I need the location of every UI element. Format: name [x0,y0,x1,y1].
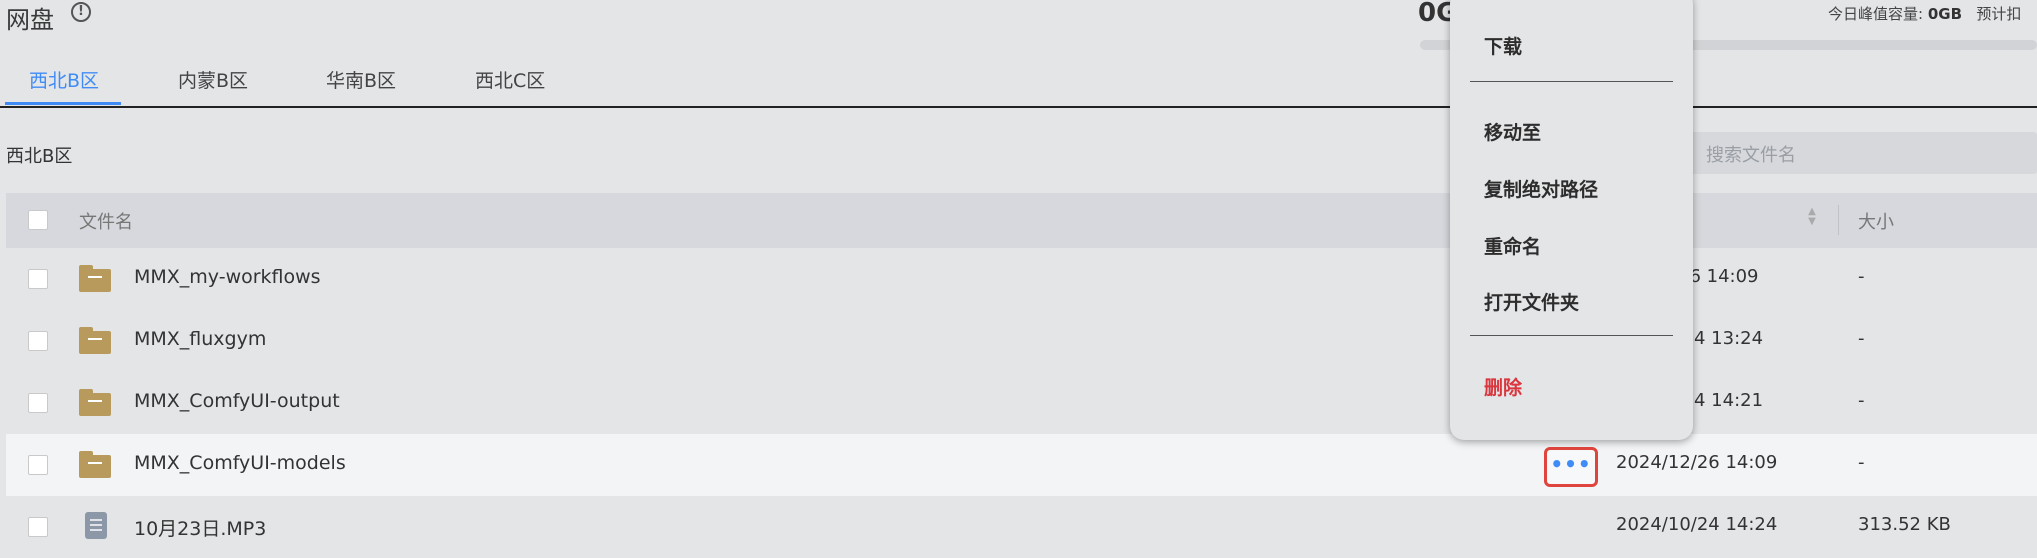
table-row[interactable]: MMX_ComfyUI-output 4 14:21 - [6,372,2037,434]
table-row[interactable]: MMX_ComfyUI-models 2024/12/26 14:09 - [6,434,2037,496]
file-size: - [1858,328,1865,349]
file-name[interactable]: MMX_my-workflows [134,266,321,288]
more-actions-button[interactable]: ••• [1544,447,1598,487]
peak-capacity: 今日峰值容量: 0GB 预计扣 [1828,3,2021,24]
row-checkbox[interactable] [28,517,48,537]
tab-northwest-c[interactable]: 西北C区 [475,66,545,93]
menu-item-open-folder[interactable]: 打开文件夹 [1484,288,1579,315]
peak-label: 今日峰值容量: [1828,5,1924,23]
modified-date: 4 13:24 [1694,328,1764,349]
search-placeholder: 搜索文件名 [1706,145,1796,166]
estimate-label: 预计扣 [1976,5,2022,23]
tab-neimeng-b[interactable]: 内蒙B区 [178,66,248,93]
table-header: 文件名 ▲ ▼ 大小 [6,193,2037,248]
folder-icon [79,265,111,292]
modified-date: 4 14:21 [1694,390,1764,411]
peak-value: 0GB [1927,5,1963,23]
file-name[interactable]: MMX_fluxgym [134,328,266,350]
menu-item-download[interactable]: 下载 [1484,32,1522,59]
page-title: 网盘 [6,6,54,34]
table-row[interactable]: MMX_fluxgym 4 13:24 - [6,310,2037,372]
tab-south-china-b[interactable]: 华南B区 [326,66,396,93]
column-header-name[interactable]: 文件名 [79,208,133,234]
context-menu: 下载 移动至 复制绝对路径 重命名 打开文件夹 删除 [1450,0,1693,440]
menu-separator [1470,81,1673,82]
select-all-checkbox[interactable] [28,210,48,230]
column-header-size[interactable]: 大小 [1858,208,1894,234]
menu-item-move[interactable]: 移动至 [1484,118,1541,145]
file-size: 313.52 KB [1858,514,1951,535]
folder-icon [79,327,111,354]
file-size: - [1858,266,1865,287]
region-tabs: 西北B区 内蒙B区 华南B区 西北C区 [0,62,2037,108]
row-checkbox[interactable] [28,393,48,413]
modified-date: 2024/12/26 14:09 [1616,452,1778,473]
row-checkbox[interactable] [28,331,48,351]
info-circle-icon[interactable]: ! [71,2,91,22]
menu-item-rename[interactable]: 重命名 [1484,232,1541,259]
tab-northwest-b[interactable]: 西北B区 [29,66,99,93]
menu-separator [1470,335,1673,336]
table-row[interactable]: 10月23日.MP3 2024/10/24 14:24 313.52 KB [6,496,2037,558]
column-divider [1838,205,1839,235]
active-tab-underline [5,102,121,105]
file-size: - [1858,452,1865,473]
search-box[interactable]: 搜索文件名 [1676,132,2037,174]
file-size: - [1858,390,1865,411]
row-checkbox[interactable] [28,455,48,475]
file-name[interactable]: MMX_ComfyUI-output [134,390,340,412]
file-name[interactable]: MMX_ComfyUI-models [134,452,346,474]
modified-date: 2024/10/24 14:24 [1616,514,1778,535]
menu-item-delete[interactable]: 删除 [1484,373,1522,400]
sort-icon[interactable]: ▲ ▼ [1806,207,1818,231]
breadcrumb[interactable]: 西北B区 [6,142,72,168]
table-row[interactable]: MMX_my-workflows 26 14:09 - [6,248,2037,310]
row-checkbox[interactable] [28,269,48,289]
file-name[interactable]: 10月23日.MP3 [134,514,266,541]
audio-file-icon [85,512,107,539]
folder-icon [79,451,111,478]
folder-icon [79,389,111,416]
menu-item-copy-path[interactable]: 复制绝对路径 [1484,175,1598,202]
more-dots-icon: ••• [1550,452,1592,476]
